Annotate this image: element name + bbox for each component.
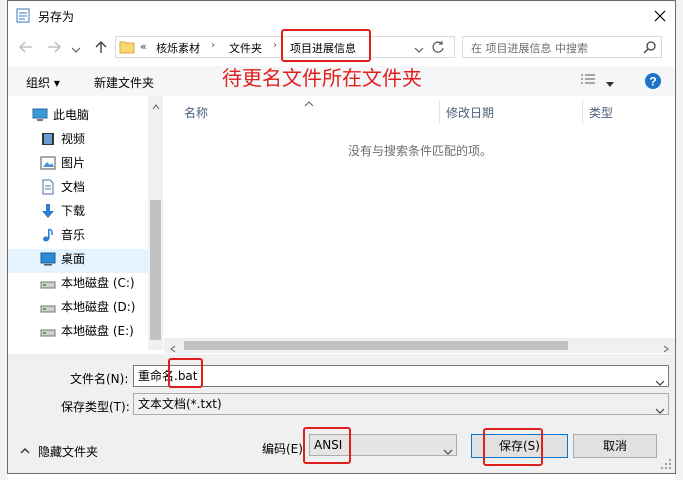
pictures-icon	[40, 155, 56, 171]
sidebar-item-desktop[interactable]: 桌面	[8, 248, 148, 270]
column-header-modified[interactable]: 修改日期	[446, 104, 494, 121]
encoding-label: 编码(E)	[262, 442, 303, 456]
up-arrow-icon[interactable]	[93, 39, 109, 55]
cancel-button[interactable]: 取消	[573, 434, 657, 458]
refresh-icon[interactable]	[431, 40, 445, 54]
music-icon	[40, 227, 56, 243]
column-header-name[interactable]: 名称	[184, 104, 208, 121]
sidebar-item-label: 图片	[61, 156, 86, 170]
list-scrollbar-thumb[interactable]	[184, 341, 568, 350]
scroll-right-icon[interactable]	[663, 342, 669, 353]
search-input[interactable]: 在 项目进展信息 中搜索	[471, 40, 588, 56]
sidebar-item-label: 本地磁盘 (D:)	[61, 300, 136, 314]
sidebar-item-label: 音乐	[61, 228, 86, 242]
annotation-box-save	[483, 428, 543, 466]
breadcrumb-item-2[interactable]: 文件夹	[229, 40, 262, 56]
sidebar-item-label: 本地磁盘 (C:)	[61, 276, 135, 290]
sidebar-item-label: 文档	[61, 180, 86, 194]
search-box[interactable]: 在 项目进展信息 中搜索	[462, 36, 662, 58]
resize-grip-icon[interactable]	[660, 458, 672, 470]
sidebar-item-this-pc[interactable]: 此电脑	[8, 104, 148, 126]
organize-button[interactable]: 组织 ▾	[26, 74, 60, 91]
title-bar: 另存为	[8, 1, 675, 31]
sidebar-item-music[interactable]: 音乐	[8, 224, 148, 246]
disk-icon	[40, 275, 56, 291]
breadcrumb-separator-icon: ›	[211, 40, 215, 51]
annotation-box-extension	[168, 358, 203, 388]
hide-folders-button[interactable]: 隐藏文件夹	[38, 443, 98, 460]
close-icon[interactable]	[648, 4, 672, 28]
annotation-box-encoding	[303, 427, 351, 464]
column-divider[interactable]	[582, 100, 583, 124]
breadcrumb-item-1[interactable]: 核烁素材	[156, 40, 200, 56]
nav-scrollbar-thumb[interactable]	[150, 200, 161, 340]
filename-label: 文件名(N):	[70, 372, 129, 386]
sidebar-item-pictures[interactable]: 图片	[8, 152, 148, 174]
breadcrumb-separator-icon: ›	[273, 40, 277, 51]
scroll-up-icon[interactable]	[152, 99, 160, 110]
svg-text:?: ?	[649, 75, 656, 89]
encoding-dropdown-icon[interactable]	[443, 442, 453, 455]
annotation-box-folder	[281, 29, 371, 62]
column-divider[interactable]	[439, 100, 440, 124]
scroll-left-icon[interactable]	[170, 342, 176, 353]
sidebar-item-disk-d[interactable]: 本地磁盘 (D:)	[8, 296, 148, 318]
background-window-right	[675, 0, 683, 480]
disk-icon	[40, 299, 56, 315]
file-type-value: 文本文档(*.txt)	[138, 397, 222, 411]
sidebar-item-label: 下载	[61, 204, 86, 218]
sidebar-item-label: 桌面	[61, 252, 86, 266]
video-icon	[40, 131, 56, 147]
new-folder-button[interactable]: 新建文件夹	[94, 74, 154, 91]
notepad-icon	[16, 8, 30, 23]
annotation-label: 待更名文件所在文件夹	[222, 66, 422, 90]
recent-dropdown-icon[interactable]	[71, 43, 81, 53]
desktop-icon	[40, 251, 56, 267]
view-options-icon[interactable]	[580, 73, 596, 87]
sidebar-item-label: 本地磁盘 (E:)	[61, 324, 134, 338]
window-title: 另存为	[38, 10, 75, 24]
folder-icon	[119, 40, 135, 54]
forward-arrow-icon[interactable]	[46, 39, 62, 55]
sidebar-item-disk-c[interactable]: 本地磁盘 (C:)	[8, 272, 148, 294]
column-header-type[interactable]: 类型	[589, 104, 613, 121]
back-arrow-icon[interactable]	[18, 39, 34, 55]
sidebar-item-disk-e[interactable]: 本地磁盘 (E:)	[8, 320, 148, 342]
sidebar-item-label: 视频	[61, 132, 86, 146]
disk-icon	[40, 323, 56, 339]
chevron-up-icon[interactable]	[20, 444, 30, 454]
filename-input[interactable]: 重命名.bat	[133, 365, 669, 387]
empty-list-message: 没有与搜索条件匹配的项。	[348, 144, 493, 158]
sort-indicator-icon	[304, 96, 314, 107]
view-dropdown-icon[interactable]	[606, 77, 614, 87]
download-icon	[40, 203, 56, 219]
file-type-dropdown-icon[interactable]	[655, 401, 665, 414]
navigation-list: 此电脑视频图片文档下载音乐桌面本地磁盘 (C:) 本地磁盘 (D:) 本地磁盘 (E…	[8, 96, 148, 350]
sidebar-item-videos[interactable]: 视频	[8, 128, 148, 150]
documents-icon	[40, 179, 56, 195]
sidebar-item-label: 此电脑	[53, 108, 90, 122]
sidebar-item-downloads[interactable]: 下载	[8, 200, 148, 222]
file-list	[164, 96, 675, 354]
file-type-label: 保存类型(T):	[61, 400, 130, 414]
sidebar-item-documents[interactable]: 文档	[8, 176, 148, 198]
computer-icon	[32, 107, 48, 123]
search-icon[interactable]	[643, 40, 657, 54]
address-dropdown-icon[interactable]	[414, 43, 424, 53]
help-icon[interactable]: ?	[644, 72, 662, 90]
filename-dropdown-icon[interactable]	[655, 373, 665, 386]
breadcrumb-overflow[interactable]: «	[140, 40, 147, 53]
file-type-select[interactable]: 文本文档(*.txt)	[133, 393, 669, 415]
